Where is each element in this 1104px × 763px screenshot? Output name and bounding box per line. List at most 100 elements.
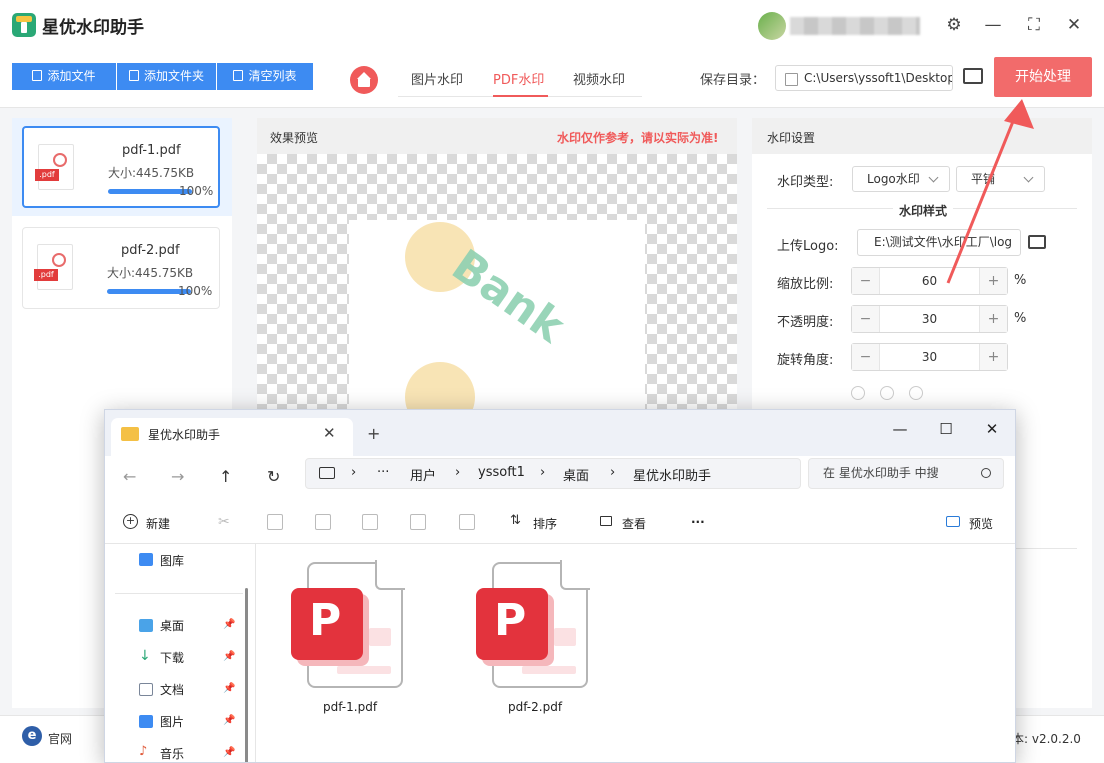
- file-name: pdf-1.pdf: [323, 700, 378, 714]
- paste-icon[interactable]: [315, 514, 331, 530]
- annotation-arrow-icon: [946, 99, 1034, 284]
- sidebar-item-documents[interactable]: 文档: [160, 681, 184, 698]
- up-button[interactable]: ↑: [219, 467, 232, 486]
- folder-icon: [121, 427, 139, 441]
- breadcrumb-item[interactable]: 星优水印助手: [633, 465, 711, 484]
- rename-icon[interactable]: [362, 514, 378, 530]
- opacity-label: 不透明度:: [777, 315, 834, 330]
- divider: [115, 593, 243, 594]
- add-folder-button[interactable]: 添加文件夹: [117, 63, 216, 90]
- rotate-value[interactable]: 30: [880, 344, 979, 370]
- explorer-tab-title: 星优水印助手: [148, 428, 221, 442]
- scale-label: 缩放比例:: [777, 277, 834, 292]
- copy-icon[interactable]: [267, 514, 283, 530]
- back-button[interactable]: ←: [123, 467, 136, 486]
- increment-button[interactable]: +: [979, 344, 1007, 370]
- tab-close-icon[interactable]: ✕: [323, 424, 336, 442]
- breadcrumb-item[interactable]: 桌面: [563, 465, 589, 484]
- sidebar-item-downloads[interactable]: 下载: [160, 649, 184, 666]
- refresh-button[interactable]: ↻: [267, 467, 280, 486]
- view-button[interactable]: 查看: [622, 515, 646, 532]
- file-name: pdf-2.pdf: [121, 243, 180, 258]
- preview-note: 水印仅作参考，请以实际为准!: [557, 131, 719, 145]
- progress-percent: 100%: [178, 284, 213, 298]
- add-file-button[interactable]: 添加文件: [12, 63, 116, 90]
- percent-unit: %: [1014, 311, 1027, 326]
- sidebar-item-desktop[interactable]: 桌面: [160, 617, 184, 634]
- close-button[interactable]: ✕: [1063, 14, 1085, 36]
- trash-icon: [233, 70, 244, 81]
- explorer-maximize-button[interactable]: ☐: [935, 420, 957, 438]
- file-size: 大小:445.75KB: [108, 166, 195, 180]
- clear-list-button[interactable]: 清空列表: [217, 63, 313, 90]
- position-radio[interactable]: [909, 386, 923, 400]
- active-tab-indicator: [493, 95, 548, 97]
- tab-video-watermark[interactable]: 视频水印: [573, 69, 625, 88]
- explorer-close-button[interactable]: ✕: [981, 420, 1003, 438]
- title-bar: [0, 0, 1104, 52]
- cut-icon[interactable]: ✂: [218, 514, 234, 530]
- delete-icon[interactable]: [459, 514, 475, 530]
- search-input[interactable]: 在 星优水印助手 中搜: [808, 458, 1004, 489]
- more-options-button[interactable]: ···: [691, 515, 705, 529]
- version-text: 本: v2.0.2.0: [1012, 732, 1081, 746]
- decrement-button[interactable]: −: [852, 268, 880, 294]
- rotate-stepper[interactable]: − 30 +: [851, 343, 1008, 371]
- user-avatar[interactable]: [758, 12, 786, 40]
- music-icon: ♪: [139, 744, 148, 759]
- start-button[interactable]: 开始处理: [994, 57, 1092, 97]
- sidebar-item-pictures[interactable]: 图片: [160, 713, 184, 730]
- chevron-right-icon: ›: [455, 465, 461, 480]
- chevron-right-icon: ›: [610, 465, 616, 480]
- pin-icon: 📌: [223, 651, 236, 662]
- opacity-value[interactable]: 30: [880, 306, 979, 332]
- new-button[interactable]: 新建: [146, 515, 170, 532]
- position-radio[interactable]: [880, 386, 894, 400]
- share-icon[interactable]: [410, 514, 426, 530]
- decrement-button[interactable]: −: [852, 306, 880, 332]
- search-icon: [981, 468, 991, 478]
- open-folder-icon[interactable]: [963, 68, 983, 84]
- computer-icon: [319, 467, 335, 479]
- breadcrumb-item[interactable]: yssoft1: [478, 465, 525, 480]
- explorer-minimize-button[interactable]: —: [889, 420, 911, 438]
- minimize-button[interactable]: —: [982, 14, 1004, 36]
- file-item[interactable]: pdf-1.pdf 大小:445.75KB 100%: [12, 118, 232, 216]
- add-file-label: 添加文件: [47, 69, 96, 83]
- increment-button[interactable]: +: [979, 306, 1007, 332]
- file-item[interactable]: pdf-2.pdf 大小:445.75KB 100%: [12, 219, 232, 317]
- settings-icon[interactable]: ⚙: [943, 14, 965, 36]
- tab-image-watermark[interactable]: 图片水印: [411, 69, 463, 88]
- tab-pdf-watermark[interactable]: PDF水印: [493, 69, 544, 88]
- sidebar-item-gallery[interactable]: 图库: [160, 552, 184, 569]
- file-tile[interactable]: pdf-2.pdf: [474, 560, 604, 722]
- home-icon[interactable]: [350, 66, 378, 94]
- add-icon: +: [123, 514, 138, 529]
- website-icon[interactable]: e: [22, 726, 42, 746]
- sort-button[interactable]: 排序: [533, 515, 557, 532]
- file-size: 大小:445.75KB: [107, 266, 194, 280]
- preview-button[interactable]: 预览: [969, 515, 993, 532]
- maximize-button[interactable]: ⛶: [1023, 14, 1045, 36]
- sidebar-item-music[interactable]: 音乐: [160, 745, 184, 762]
- pdf-file-icon: [34, 244, 73, 290]
- breadcrumb-item[interactable]: 用户: [410, 465, 436, 484]
- app-title: 星优水印助手: [42, 18, 144, 38]
- pdf-file-icon: [291, 560, 405, 688]
- file-name: pdf-1.pdf: [122, 143, 181, 158]
- gallery-icon: [139, 553, 153, 566]
- folder-icon: [128, 70, 139, 81]
- forward-button[interactable]: →: [171, 467, 184, 486]
- decrement-button[interactable]: −: [852, 344, 880, 370]
- command-bar: [105, 502, 1015, 544]
- save-dir-input[interactable]: C:\Users\yssoft1\Desktop: [775, 65, 953, 91]
- pdf-file-icon: [35, 144, 74, 190]
- position-radio[interactable]: [851, 386, 865, 400]
- file-tile[interactable]: pdf-1.pdf: [289, 560, 419, 722]
- new-tab-button[interactable]: +: [367, 424, 380, 443]
- pin-icon: 📌: [223, 683, 236, 694]
- breadcrumb-more[interactable]: ···: [377, 465, 389, 480]
- opacity-stepper[interactable]: − 30 +: [851, 305, 1008, 333]
- website-link[interactable]: 官网: [48, 730, 72, 747]
- scrollbar[interactable]: [245, 588, 248, 762]
